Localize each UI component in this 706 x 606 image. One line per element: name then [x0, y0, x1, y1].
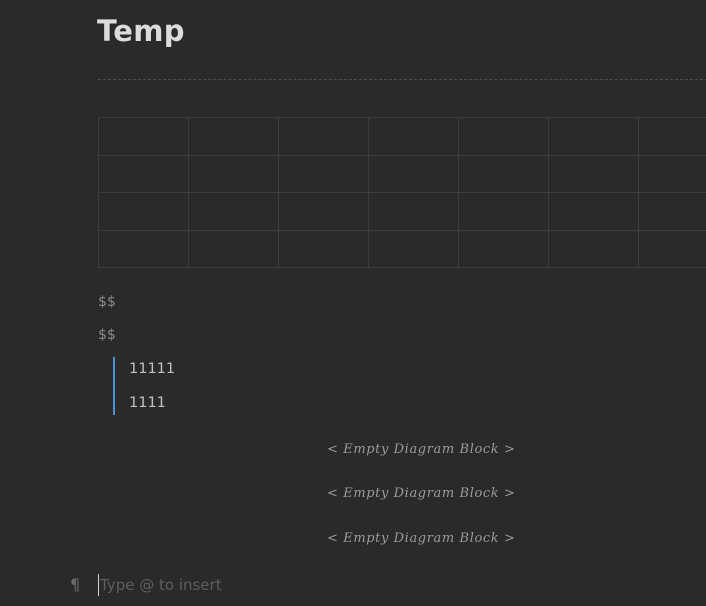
table-cell[interactable] [98, 229, 189, 268]
table-cell[interactable] [98, 154, 189, 193]
table-cell[interactable] [368, 192, 459, 231]
table-row [98, 192, 706, 231]
empty-diagram-block[interactable]: < Empty Diagram Block > [327, 531, 515, 546]
paragraph-icon[interactable]: ¶ [70, 575, 80, 594]
insert-input[interactable] [100, 574, 400, 596]
table-cell[interactable] [278, 117, 369, 156]
blockquote[interactable]: 11111 1111 [113, 357, 313, 415]
table-cell[interactable] [458, 117, 549, 156]
horizontal-rule [98, 79, 706, 80]
table-row [98, 117, 706, 156]
table-cell[interactable] [638, 117, 706, 156]
table-row [98, 154, 706, 193]
table-cell[interactable] [458, 229, 549, 268]
empty-diagram-block[interactable]: < Empty Diagram Block > [327, 486, 515, 501]
table-cell[interactable] [638, 154, 706, 193]
table-cell[interactable] [368, 154, 459, 193]
table-cell[interactable] [278, 192, 369, 231]
text-cursor [98, 574, 99, 596]
math-block-delimiter[interactable]: $$ [98, 327, 116, 343]
math-block-delimiter[interactable]: $$ [98, 294, 116, 310]
table-cell[interactable] [188, 229, 279, 268]
table-cell[interactable] [548, 117, 639, 156]
table-cell[interactable] [98, 117, 189, 156]
table-cell[interactable] [548, 229, 639, 268]
table-cell[interactable] [188, 154, 279, 193]
empty-diagram-block[interactable]: < Empty Diagram Block > [327, 442, 515, 457]
editor-page: Temp $$ $$ 11111 1111 < Empty Diagram Bl… [0, 0, 706, 606]
table-cell[interactable] [368, 117, 459, 156]
table-cell[interactable] [278, 229, 369, 268]
blockquote-line[interactable]: 1111 [129, 391, 313, 425]
blockquote-line[interactable]: 11111 [129, 357, 313, 391]
page-title[interactable]: Temp [97, 14, 185, 48]
table-cell[interactable] [548, 154, 639, 193]
table-cell[interactable] [638, 192, 706, 231]
table-cell[interactable] [548, 192, 639, 231]
empty-table[interactable] [98, 117, 706, 268]
table-cell[interactable] [278, 154, 369, 193]
table-cell[interactable] [458, 192, 549, 231]
table-row [98, 229, 706, 268]
table-cell[interactable] [98, 192, 189, 231]
table-cell[interactable] [458, 154, 549, 193]
table-cell[interactable] [188, 117, 279, 156]
table-cell[interactable] [188, 192, 279, 231]
table-cell[interactable] [638, 229, 706, 268]
table-cell[interactable] [368, 229, 459, 268]
